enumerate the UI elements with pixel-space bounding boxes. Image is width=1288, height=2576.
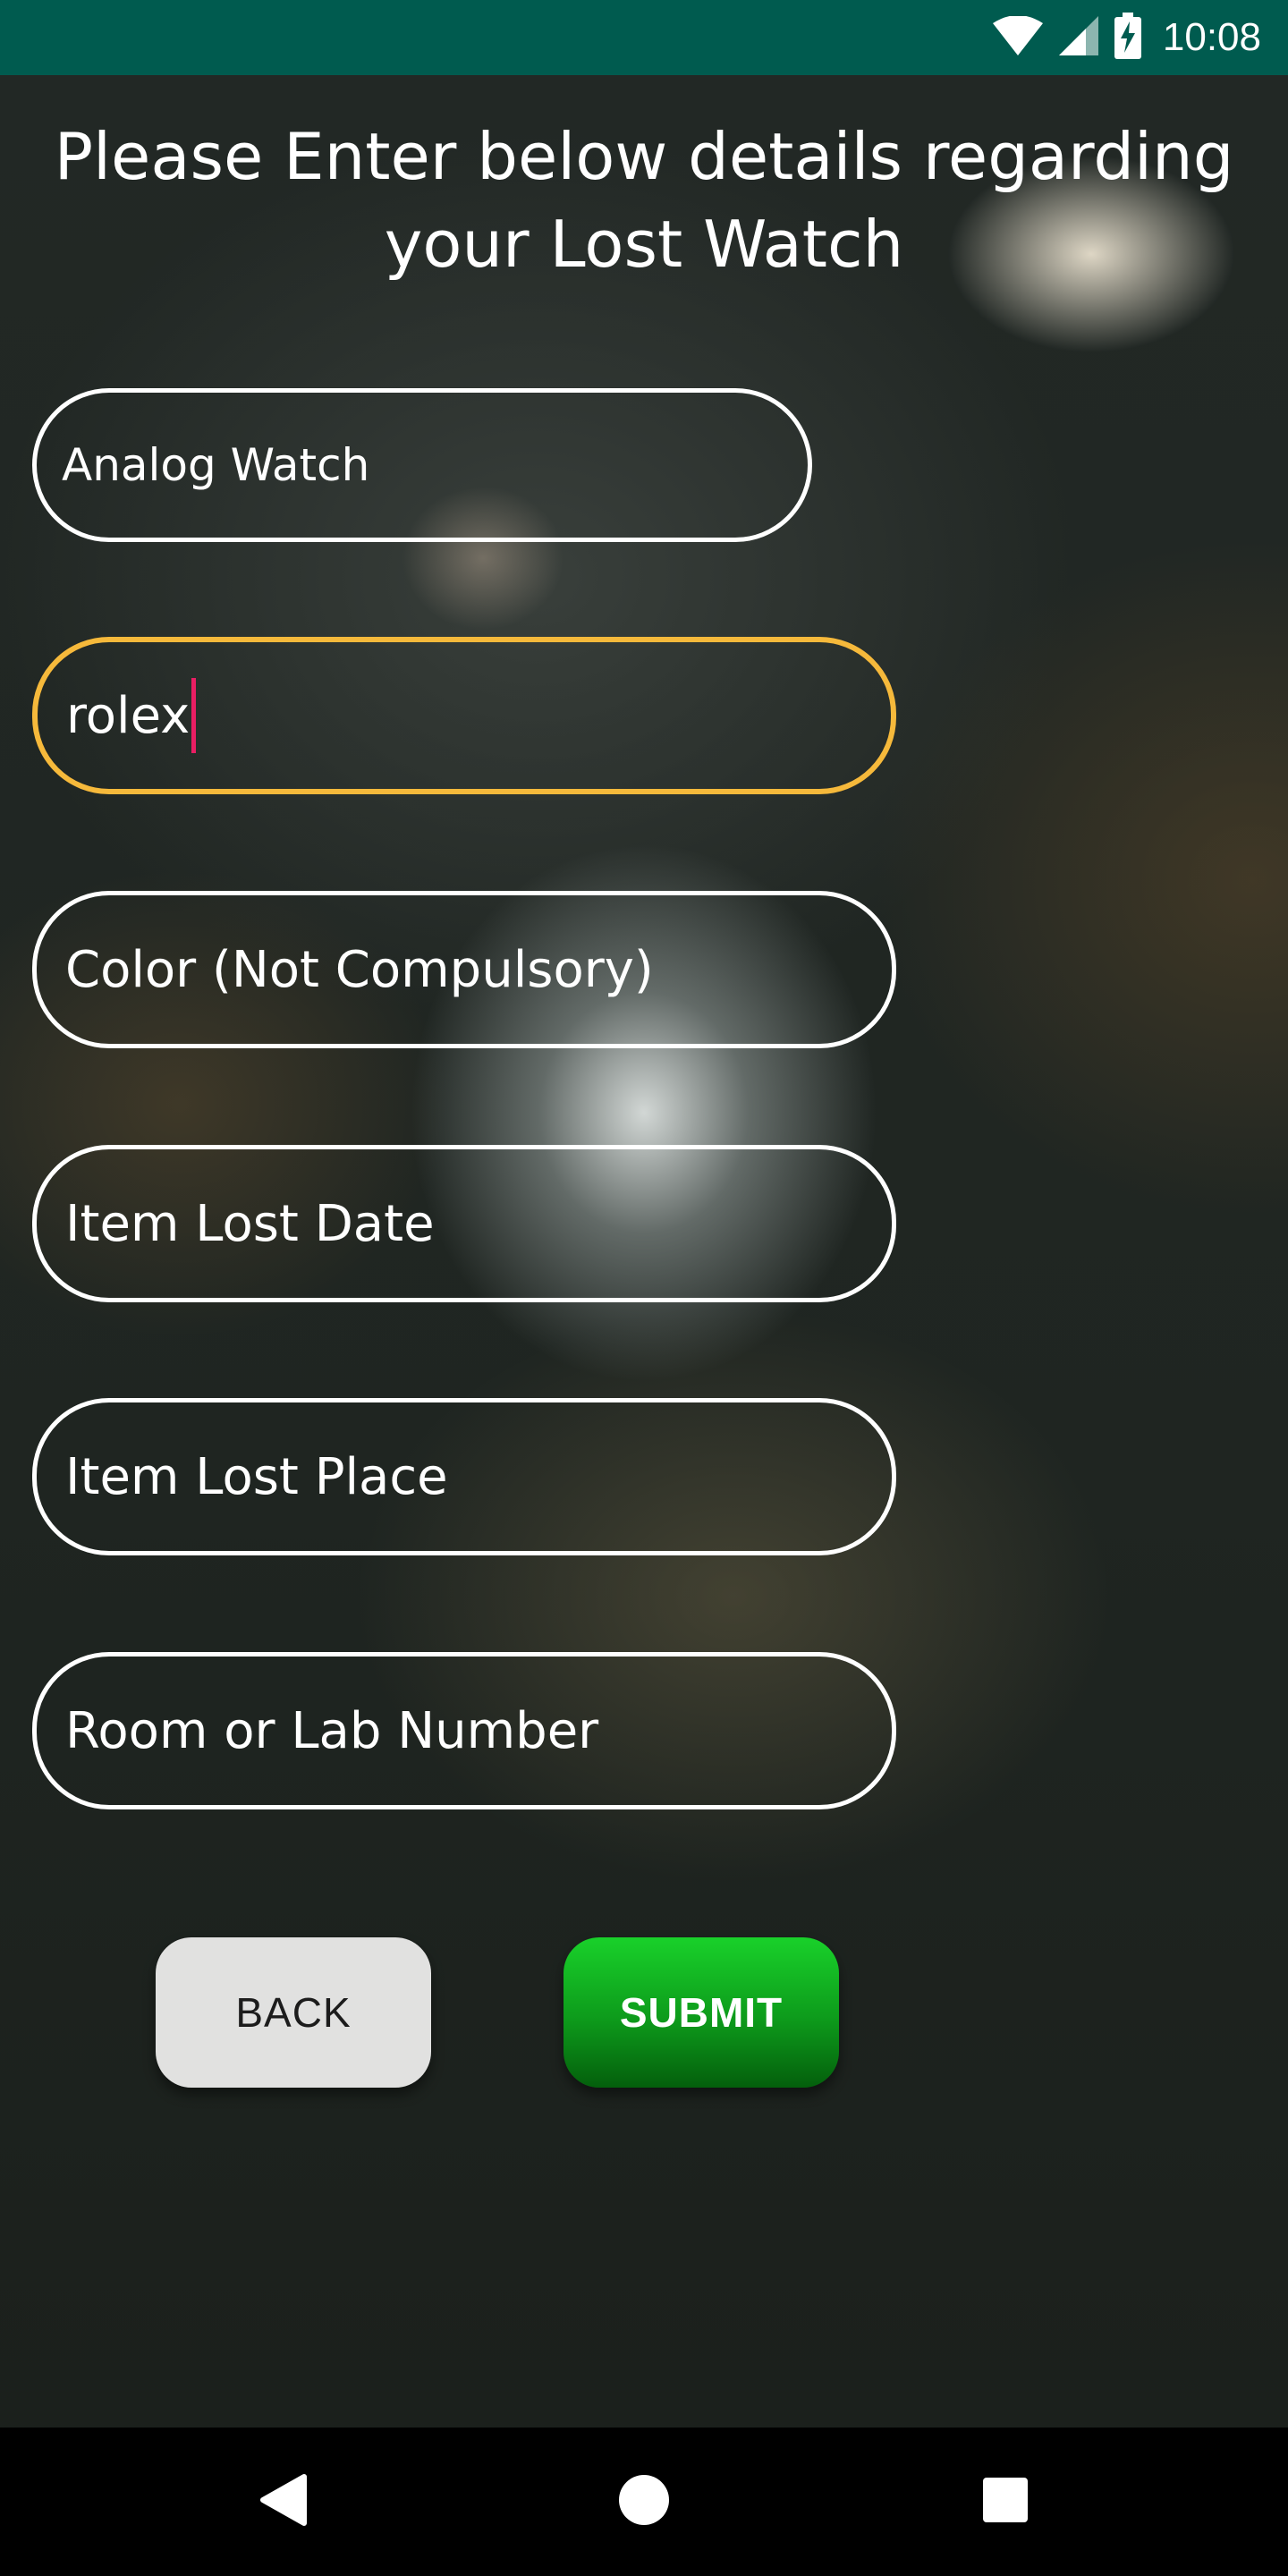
recents-square-icon	[981, 2476, 1030, 2529]
brand-field[interactable]: rolex	[32, 637, 896, 794]
page-title: Please Enter below details regarding you…	[54, 119, 1234, 282]
room-number-field[interactable]: Room or Lab Number	[32, 1652, 896, 1809]
color-placeholder: Color (Not Compulsory)	[65, 940, 654, 999]
watch-type-value: Analog Watch	[62, 439, 370, 491]
back-button[interactable]: BACK	[156, 1937, 431, 2088]
wifi-icon	[992, 14, 1043, 60]
nav-recents-button[interactable]	[934, 2428, 1077, 2576]
lost-place-field[interactable]: Item Lost Place	[32, 1398, 896, 1555]
color-field[interactable]: Color (Not Compulsory)	[32, 891, 896, 1048]
lost-date-field[interactable]: Item Lost Date	[32, 1145, 896, 1302]
brand-value: rolex	[66, 686, 191, 745]
watch-type-field[interactable]: Analog Watch	[32, 388, 812, 542]
nav-back-button[interactable]	[211, 2428, 354, 2576]
status-bar: 10:08	[0, 0, 1288, 75]
room-number-placeholder: Room or Lab Number	[65, 1701, 599, 1760]
lost-date-placeholder: Item Lost Date	[65, 1194, 435, 1253]
status-time: 10:08	[1162, 15, 1261, 59]
nav-home-button[interactable]	[572, 2428, 716, 2576]
home-circle-icon	[617, 2473, 671, 2531]
lost-place-placeholder: Item Lost Place	[65, 1447, 448, 1506]
cell-signal-icon	[1058, 15, 1098, 60]
back-triangle-icon	[258, 2473, 308, 2531]
navigation-bar	[0, 2428, 1288, 2576]
text-cursor	[191, 678, 197, 753]
battery-charging-icon	[1114, 12, 1141, 64]
status-icons: 10:08	[992, 0, 1261, 75]
submit-button[interactable]: SUBMIT	[564, 1937, 839, 2088]
